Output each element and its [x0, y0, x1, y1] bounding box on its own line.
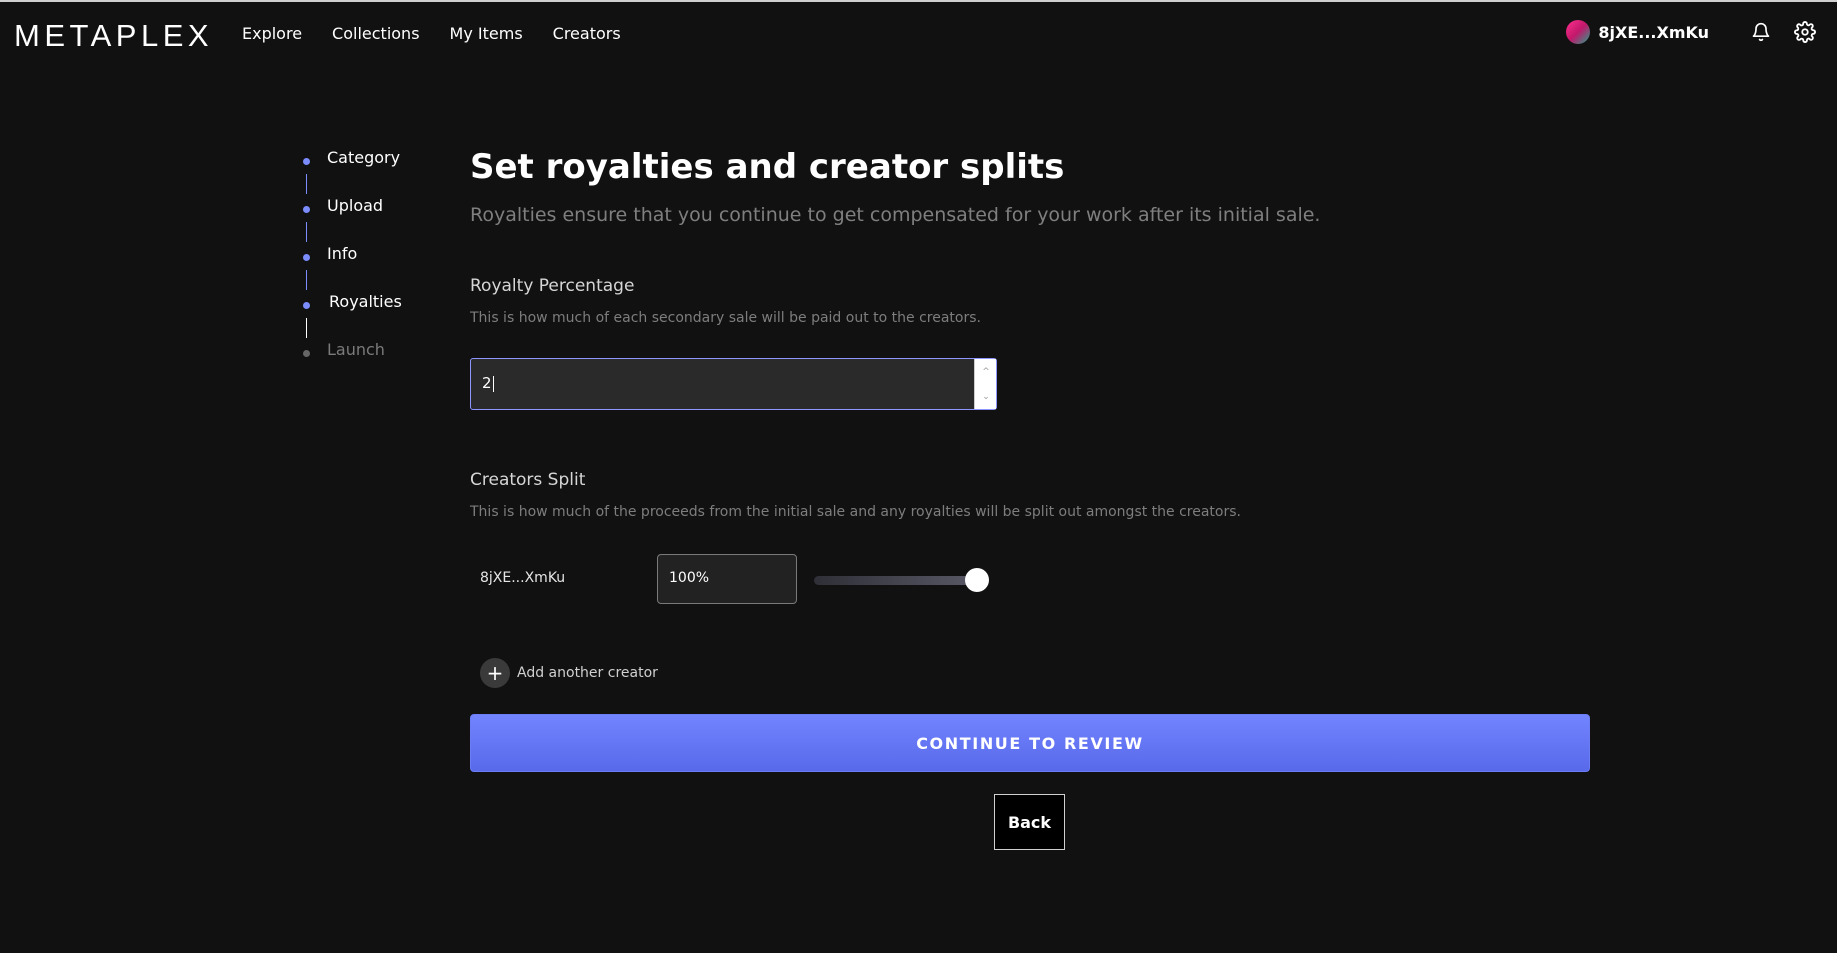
add-creator-button[interactable]: + Add another creator [480, 658, 658, 688]
royalties-form: Set royalties and creator splits Royalti… [470, 146, 1590, 850]
chevron-down-icon[interactable]: ⌄ [975, 384, 997, 409]
creator-address: 8jXE...XmKu [480, 570, 566, 586]
step-launch[interactable]: Launch [300, 340, 402, 388]
royalty-section: Royalty Percentage This is how much of e… [470, 276, 981, 326]
account-area: 8jXE...XmKu [1566, 20, 1817, 44]
add-creator-label: Add another creator [517, 665, 658, 681]
step-label: Info [327, 244, 358, 263]
wallet-avatar[interactable] [1566, 20, 1591, 44]
continue-to-review-button[interactable]: CONTINUE TO REVIEW [470, 714, 1590, 772]
back-label: Back [1007, 812, 1052, 832]
step-category[interactable]: Category [300, 148, 402, 196]
step-dot-current [303, 302, 310, 309]
step-upload[interactable]: Upload [300, 196, 402, 244]
page-subtitle: Royalties ensure that you continue to ge… [470, 204, 1321, 226]
step-dot [303, 158, 310, 165]
step-info[interactable]: Info [300, 244, 402, 292]
progress-stepper: Category Upload Info Royalties Launch [300, 148, 402, 388]
step-dot [303, 254, 310, 261]
step-label: Category [327, 148, 401, 167]
gear-icon[interactable] [1793, 20, 1817, 44]
royalty-description: This is how much of each secondary sale … [470, 310, 981, 326]
creators-split-section: Creators Split This is how much of the p… [470, 470, 1241, 520]
step-label: Upload [327, 196, 384, 215]
nav-my-items[interactable]: My Items [450, 24, 523, 43]
step-connector [306, 318, 307, 338]
step-dot [303, 206, 310, 213]
slider-handle[interactable] [965, 568, 989, 592]
wallet-address[interactable]: 8jXE...XmKu [1598, 23, 1709, 42]
step-connector [306, 174, 307, 194]
metaplex-logo[interactable]: METAPLEX [14, 18, 213, 54]
creators-split-description: This is how much of the proceeds from th… [470, 504, 1241, 520]
nav-collections[interactable]: Collections [332, 24, 419, 43]
step-dot [303, 350, 310, 357]
step-label: Launch [327, 340, 385, 359]
top-bar: METAPLEX Explore Collections My Items Cr… [0, 0, 1837, 68]
continue-label: CONTINUE TO REVIEW [916, 733, 1144, 753]
creator-row: 8jXE...XmKu 100% [470, 554, 1070, 606]
step-connector [306, 270, 307, 290]
royalty-title: Royalty Percentage [470, 276, 635, 296]
number-stepper: ^ ⌄ [974, 359, 996, 409]
creators-split-title: Creators Split [470, 470, 586, 490]
bell-icon[interactable] [1749, 20, 1773, 44]
nav-explore[interactable]: Explore [242, 24, 302, 43]
creator-share-input[interactable]: 100% [657, 554, 797, 604]
back-button[interactable]: Back [994, 794, 1065, 850]
page-title: Set royalties and creator splits [470, 147, 1065, 187]
step-connector [306, 222, 307, 242]
royalty-percentage-input[interactable]: 2 ^ ⌄ [470, 358, 997, 410]
nav-creators[interactable]: Creators [553, 24, 621, 43]
royalty-input-value: 2 [482, 374, 494, 392]
chevron-up-icon[interactable]: ^ [975, 359, 997, 384]
plus-icon: + [480, 658, 510, 688]
step-royalties[interactable]: Royalties [300, 292, 402, 340]
creator-share-value: 100% [669, 570, 710, 586]
main-nav: Explore Collections My Items Creators [242, 24, 621, 43]
step-label: Royalties [329, 292, 402, 311]
text-caret [492, 375, 494, 392]
creator-share-slider[interactable] [814, 576, 976, 585]
